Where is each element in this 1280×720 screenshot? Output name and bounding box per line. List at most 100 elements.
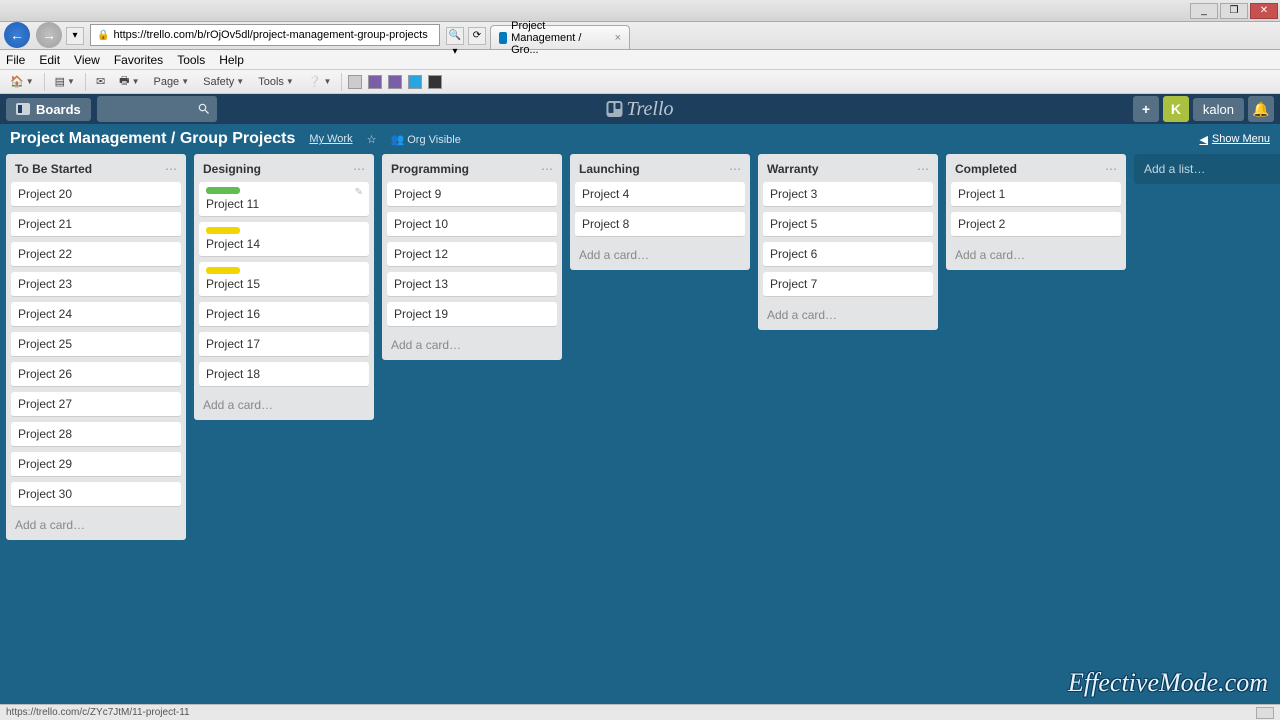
menu-tools[interactable]: Tools xyxy=(177,53,205,67)
card[interactable]: Project 27 xyxy=(11,392,181,417)
add-card-button[interactable]: Add a card… xyxy=(387,332,557,358)
page-menu[interactable]: Page▼ xyxy=(149,74,193,90)
card[interactable]: Project 26 xyxy=(11,362,181,387)
my-work-link[interactable]: My Work xyxy=(309,133,352,145)
add-card-button[interactable]: Add a card… xyxy=(199,392,369,418)
list-title[interactable]: Completed xyxy=(955,162,1105,176)
card[interactable]: Project 19 xyxy=(387,302,557,327)
card[interactable]: Project 18 xyxy=(199,362,369,387)
card[interactable]: Project 25 xyxy=(11,332,181,357)
card-title: Project 12 xyxy=(394,247,448,261)
card[interactable]: Project 28 xyxy=(11,422,181,447)
forward-button[interactable]: → xyxy=(36,22,62,48)
card[interactable]: Project 30 xyxy=(11,482,181,507)
card[interactable]: Project 20 xyxy=(11,182,181,207)
menu-edit[interactable]: Edit xyxy=(39,53,60,67)
card[interactable]: Project 10 xyxy=(387,212,557,237)
address-bar[interactable]: 🔒 https://trello.com/b/rOjOv5dl/project-… xyxy=(90,24,440,46)
search-input[interactable] xyxy=(97,96,217,122)
card-title: Project 11 xyxy=(206,197,259,211)
list: To Be Started⋯ Project 20 Project 21 Projec… xyxy=(6,154,186,540)
add-card-button[interactable]: Add a card… xyxy=(575,242,745,268)
list-title[interactable]: To Be Started xyxy=(15,162,165,176)
card[interactable]: Project 24 xyxy=(11,302,181,327)
add-card-button[interactable]: Add a card… xyxy=(11,512,181,538)
card[interactable]: Project 9 xyxy=(387,182,557,207)
menu-view[interactable]: View xyxy=(74,53,100,67)
search-button[interactable]: 🔍▾ xyxy=(446,27,464,45)
addon-icon-5[interactable] xyxy=(428,75,442,89)
feeds-dropdown[interactable]: ▤▼ xyxy=(51,73,79,90)
safety-menu[interactable]: Safety▼ xyxy=(199,74,248,90)
card[interactable]: Project 16 xyxy=(199,302,369,327)
refresh-button[interactable]: ⟳ xyxy=(468,27,486,45)
boards-button[interactable]: Boards xyxy=(6,98,91,121)
list-menu-icon[interactable]: ⋯ xyxy=(729,162,741,176)
menu-help[interactable]: Help xyxy=(219,53,244,67)
list-menu-icon[interactable]: ⋯ xyxy=(917,162,929,176)
user-menu[interactable]: kalon xyxy=(1193,98,1244,121)
addon-icon-1[interactable] xyxy=(348,75,362,89)
card[interactable]: Project 3 xyxy=(763,182,933,207)
statusbar-resize[interactable] xyxy=(1256,707,1274,719)
card[interactable]: Project 15 xyxy=(199,262,369,297)
card[interactable]: Project 13 xyxy=(387,272,557,297)
print-dropdown[interactable]: 🖶▼ xyxy=(115,70,143,93)
card[interactable]: Project 7 xyxy=(763,272,933,297)
card[interactable]: Project 29 xyxy=(11,452,181,477)
star-icon[interactable]: ☆ xyxy=(367,133,377,146)
addon-icon-3[interactable] xyxy=(388,75,402,89)
card[interactable]: Project 4 xyxy=(575,182,745,207)
list-menu-icon[interactable]: ⋯ xyxy=(353,162,365,176)
notifications-button[interactable]: 🔔 xyxy=(1248,96,1274,122)
card[interactable]: Project 8 xyxy=(575,212,745,237)
card[interactable]: Project 22 xyxy=(11,242,181,267)
window-maximize-button[interactable]: ❐ xyxy=(1220,3,1248,19)
user-avatar[interactable]: K xyxy=(1163,96,1189,122)
window-minimize-button[interactable]: _ xyxy=(1190,3,1218,19)
card[interactable]: Project 23 xyxy=(11,272,181,297)
add-card-button[interactable]: Add a card… xyxy=(951,242,1121,268)
card[interactable]: Project 17 xyxy=(199,332,369,357)
list-title[interactable]: Launching xyxy=(579,162,729,176)
card[interactable]: Project 21 xyxy=(11,212,181,237)
mail-button[interactable]: ✉ xyxy=(92,73,109,90)
dropdown-button[interactable]: ▾ xyxy=(66,27,84,45)
menu-favorites[interactable]: Favorites xyxy=(114,53,163,67)
card-title: Project 5 xyxy=(770,217,817,231)
home-dropdown[interactable]: 🏠▼ xyxy=(6,73,38,90)
add-list-button[interactable]: Add a list… xyxy=(1134,154,1280,184)
label-yellow xyxy=(206,227,240,234)
browser-tab[interactable]: Project Management / Gro... × xyxy=(490,25,630,49)
list: Launching⋯ Project 4 Project 8 Add a card… xyxy=(570,154,750,270)
card-edit-icon[interactable]: ✎ xyxy=(355,187,363,198)
tools-menu[interactable]: Tools▼ xyxy=(254,74,298,90)
card[interactable]: Project 11 ✎ xyxy=(199,182,369,217)
card[interactable]: Project 6 xyxy=(763,242,933,267)
list-title[interactable]: Programming xyxy=(391,162,541,176)
visibility-toggle[interactable]: 👥 Org Visible xyxy=(390,133,460,146)
list-menu-icon[interactable]: ⋯ xyxy=(541,162,553,176)
add-button[interactable]: + xyxy=(1133,96,1159,122)
card-title: Project 26 xyxy=(18,367,72,381)
list-menu-icon[interactable]: ⋯ xyxy=(165,162,177,176)
list-title[interactable]: Warranty xyxy=(767,162,917,176)
card[interactable]: Project 2 xyxy=(951,212,1121,237)
card[interactable]: Project 5 xyxy=(763,212,933,237)
help-dropdown[interactable]: ❔▼ xyxy=(304,73,336,90)
addon-icon-2[interactable] xyxy=(368,75,382,89)
board-title[interactable]: Project Management / Group Projects xyxy=(10,130,295,148)
tab-close-icon[interactable]: × xyxy=(615,32,621,44)
trello-logo[interactable]: Trello xyxy=(606,98,673,121)
card[interactable]: Project 12 xyxy=(387,242,557,267)
card[interactable]: Project 1 xyxy=(951,182,1121,207)
list-menu-icon[interactable]: ⋯ xyxy=(1105,162,1117,176)
addon-icon-4[interactable] xyxy=(408,75,422,89)
show-menu-button[interactable]: ◀ Show Menu xyxy=(1199,133,1270,146)
list-title[interactable]: Designing xyxy=(203,162,353,176)
menu-file[interactable]: File xyxy=(6,53,25,67)
window-close-button[interactable]: ✕ xyxy=(1250,3,1278,19)
back-button[interactable]: ← xyxy=(4,22,30,48)
add-card-button[interactable]: Add a card… xyxy=(763,302,933,328)
card[interactable]: Project 14 xyxy=(199,222,369,257)
